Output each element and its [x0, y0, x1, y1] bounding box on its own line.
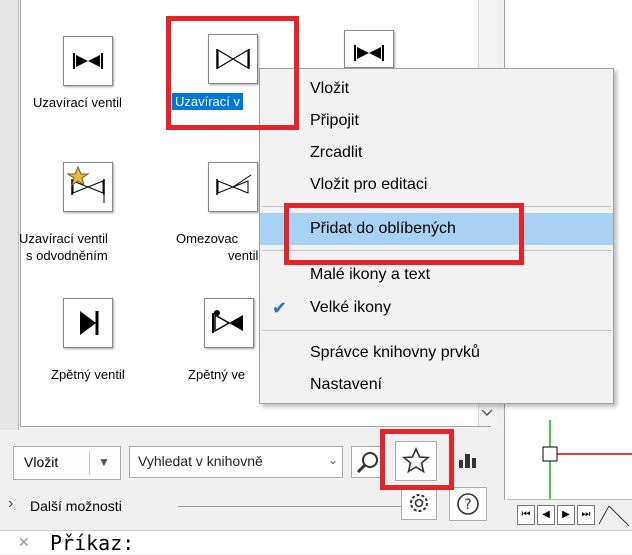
menu-separator — [262, 330, 611, 331]
check-valve-2-icon — [204, 298, 254, 348]
chevron-down-icon[interactable]: ▼ — [98, 455, 110, 469]
check-valve-icon — [63, 298, 113, 348]
library-item-label: Zpětný ve — [188, 367, 246, 382]
limiting-valve-icon — [208, 162, 258, 212]
menu-item-attach[interactable]: Připojit — [260, 105, 613, 137]
valve-solid-icon — [63, 36, 113, 86]
library-item-label: Uzavírací ventil — [19, 231, 108, 246]
library-item-label: Omezovac — [176, 231, 239, 246]
next-sheet-icon[interactable]: ▶ — [557, 505, 575, 525]
annotation-highlight-box — [166, 16, 299, 130]
menu-item-insert[interactable]: Vložit — [260, 73, 613, 105]
search-placeholder: Vyhledat v knihovně — [138, 453, 263, 469]
library-item-label: Uzavírací ventil — [33, 95, 122, 110]
settings-button[interactable] — [401, 486, 437, 520]
insert-button-label: Vložit — [24, 454, 59, 470]
previous-sheet-icon[interactable]: ◀ — [537, 505, 555, 525]
menu-item-large-icons[interactable]: ✔ Velké ikony — [260, 292, 613, 324]
valve-solid-icon — [344, 30, 394, 68]
sheet-tab-edge — [599, 505, 629, 526]
scroll-down-arrow-icon[interactable] — [478, 402, 496, 424]
gear-icon — [410, 494, 428, 512]
checkmark-icon: ✔ — [272, 298, 288, 318]
library-search-input[interactable]: Vyhledat v knihovně ⌄ — [129, 446, 343, 478]
menu-item-library-manager[interactable]: Správce knihovny prvků — [260, 337, 613, 369]
library-item-label: s odvodněním — [26, 248, 108, 263]
help-icon: ? — [457, 493, 479, 515]
divider-line — [178, 506, 403, 507]
annotation-highlight-box — [284, 203, 524, 265]
split-divider — [89, 451, 90, 475]
chevron-right-icon: › — [8, 495, 14, 512]
close-icon[interactable]: ✕ — [18, 534, 30, 551]
chevron-down-icon[interactable]: ⌄ — [328, 453, 338, 467]
more-options-label: Další možnosti — [30, 498, 122, 514]
first-sheet-icon[interactable]: ⏮ — [517, 505, 535, 525]
sheet-navigation: ⏮ ◀ ▶ ⏭ — [507, 499, 632, 527]
panel-side-strip — [0, 0, 19, 430]
library-stats-button[interactable] — [453, 446, 483, 476]
menu-item-mirror[interactable]: Zrcadlit — [260, 137, 613, 169]
last-sheet-icon[interactable]: ⏭ — [577, 505, 595, 525]
command-line[interactable]: ✕ Příkaz: — [0, 530, 632, 555]
bar-chart-icon — [459, 454, 476, 468]
library-item-label: Zpětný ventil — [51, 367, 125, 382]
valve-drain-favorite-icon — [63, 162, 113, 212]
menu-item-settings[interactable]: Nastavení — [260, 369, 613, 401]
help-button[interactable]: ? — [449, 487, 487, 521]
svg-text:?: ? — [464, 497, 471, 513]
annotation-highlight-box — [380, 429, 454, 490]
library-item-label: ventil — [228, 248, 259, 263]
menu-item-insert-for-edit[interactable]: Vložit pro editaci — [260, 169, 613, 201]
insert-split-button[interactable]: Vložit ▼ — [13, 446, 121, 480]
command-prompt: Příkaz: — [50, 531, 135, 555]
more-options-expander[interactable]: › Další možnosti — [8, 493, 408, 519]
